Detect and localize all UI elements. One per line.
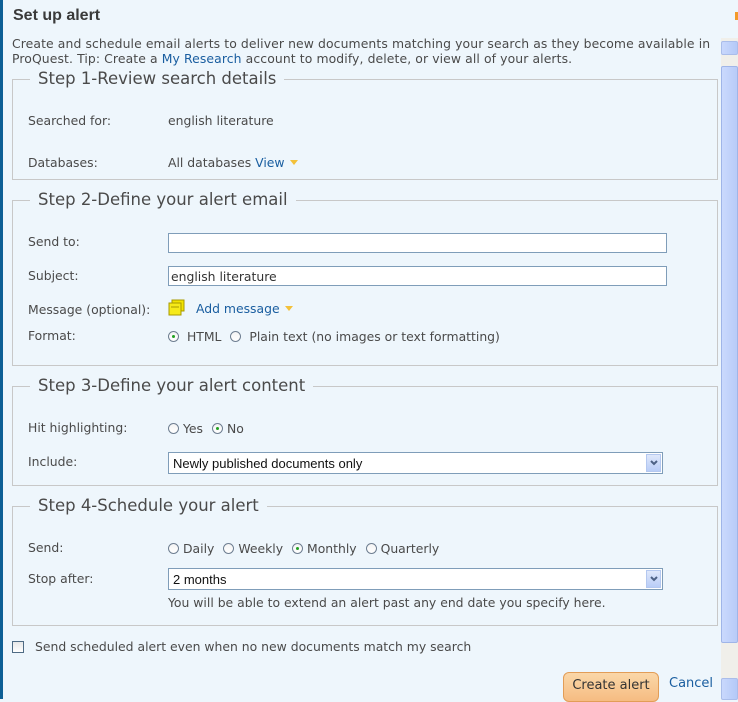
vertical-scrollbar[interactable]: [721, 38, 738, 700]
searched-for-value: english literature: [168, 113, 274, 128]
send-to-label: Send to:: [28, 234, 80, 249]
databases-value: All databases: [168, 155, 252, 170]
hit-highlighting-label: Hit highlighting:: [28, 420, 128, 435]
subject-label: Subject:: [28, 268, 79, 283]
databases-label: Databases:: [28, 155, 98, 170]
stop-after-select-value: 2 months: [173, 572, 227, 587]
dialog-title: Set up alert: [13, 7, 101, 24]
step1-legend: Step 1-Review search details: [38, 69, 277, 88]
frequency-option-label: Weekly: [238, 541, 284, 556]
frequency-option-monthly[interactable]: Monthly: [292, 541, 357, 556]
step3-section: Step 3-Define your alert content Hit hig…: [12, 377, 718, 486]
view-link-label: View: [255, 155, 285, 170]
format-option-label: Plain text (no images or text formatting…: [249, 329, 500, 344]
scroll-up-button[interactable]: [721, 41, 738, 55]
stop-after-label: Stop after:: [28, 571, 94, 586]
format-label: Format:: [28, 328, 76, 343]
radio-button[interactable]: [230, 331, 242, 342]
hit-option-no[interactable]: No: [211, 421, 244, 436]
scroll-down-button[interactable]: [721, 678, 738, 700]
note-icon: [168, 299, 185, 316]
send-even-if-empty-checkbox[interactable]: [12, 641, 24, 653]
include-select[interactable]: Newly published documents only: [168, 452, 663, 474]
frequency-option-label: Quarterly: [380, 541, 440, 556]
stop-after-select[interactable]: 2 months: [168, 568, 663, 590]
stop-after-dropdown-button[interactable]: [646, 570, 661, 588]
message-label: Message (optional):: [28, 302, 151, 317]
format-option-label: HTML: [186, 329, 222, 344]
step4-legend: Step 4-Schedule your alert: [38, 496, 259, 515]
hit-option-label: Yes: [183, 421, 204, 436]
step3-legend: Step 3-Define your alert content: [38, 376, 306, 395]
chevron-down-icon: [650, 576, 658, 582]
cancel-link[interactable]: Cancel: [669, 676, 713, 691]
frequency-option-quarterly[interactable]: Quarterly: [365, 541, 440, 556]
step4-section: Step 4-Schedule your alert Send: Daily W…: [12, 497, 718, 626]
view-databases-link[interactable]: View: [255, 155, 298, 170]
hit-highlighting-radio-group: Yes No: [168, 421, 249, 436]
searched-for-label: Searched for:: [28, 113, 111, 128]
intro-text: Create and schedule email alerts to deli…: [12, 36, 712, 66]
step2-legend: Step 2-Define your alert email: [38, 190, 288, 209]
radio-button[interactable]: [223, 543, 235, 554]
add-message-link[interactable]: Add message: [196, 301, 293, 316]
chevron-down-icon: [650, 460, 658, 466]
format-radio-group: HTML Plain text (no images or text forma…: [168, 329, 505, 344]
window-left-border: [0, 0, 3, 699]
radio-button[interactable]: [365, 543, 377, 554]
frequency-option-weekly[interactable]: Weekly: [223, 541, 283, 556]
hit-option-yes[interactable]: Yes: [168, 421, 203, 436]
send-frequency-label: Send:: [28, 540, 64, 555]
radio-button-checked[interactable]: [292, 543, 303, 554]
frequency-option-daily[interactable]: Daily: [168, 541, 214, 556]
caret-down-icon: [284, 306, 293, 311]
create-alert-button[interactable]: Create alert: [563, 672, 659, 702]
stop-after-note: You will be able to extend an alert past…: [168, 595, 606, 610]
radio-button[interactable]: [168, 543, 179, 554]
databases-value-group: All databases View: [168, 155, 298, 170]
send-frequency-radio-group: Daily Weekly Monthly Quarterly: [168, 541, 444, 556]
format-option-plain-text[interactable]: Plain text (no images or text formatting…: [230, 329, 500, 344]
include-select-value: Newly published documents only: [173, 456, 363, 471]
frequency-option-label: Daily: [183, 541, 215, 556]
format-option-html[interactable]: HTML: [168, 329, 221, 344]
radio-button-checked[interactable]: [211, 423, 223, 434]
hit-option-label: No: [226, 421, 244, 436]
step1-section: Step 1-Review search details Searched fo…: [12, 70, 718, 180]
include-label: Include:: [28, 454, 78, 469]
subject-input[interactable]: [168, 266, 667, 286]
step2-section: Step 2-Define your alert email Send to: …: [12, 191, 718, 366]
scrollbar-thumb[interactable]: [721, 66, 738, 643]
radio-button-checked[interactable]: [168, 331, 179, 342]
send-to-input[interactable]: [168, 233, 667, 253]
frequency-option-label: Monthly: [307, 541, 357, 556]
intro-text-part2: account to modify, delete, or view all o…: [241, 51, 573, 66]
send-even-if-empty-label[interactable]: Send scheduled alert even when no new do…: [35, 639, 471, 654]
radio-button[interactable]: [168, 423, 179, 434]
my-research-link[interactable]: My Research: [162, 51, 242, 66]
add-message-label: Add message: [195, 301, 280, 316]
caret-down-icon: [289, 160, 298, 165]
add-message-group[interactable]: Add message: [168, 299, 293, 317]
include-select-dropdown-button[interactable]: [646, 454, 661, 472]
